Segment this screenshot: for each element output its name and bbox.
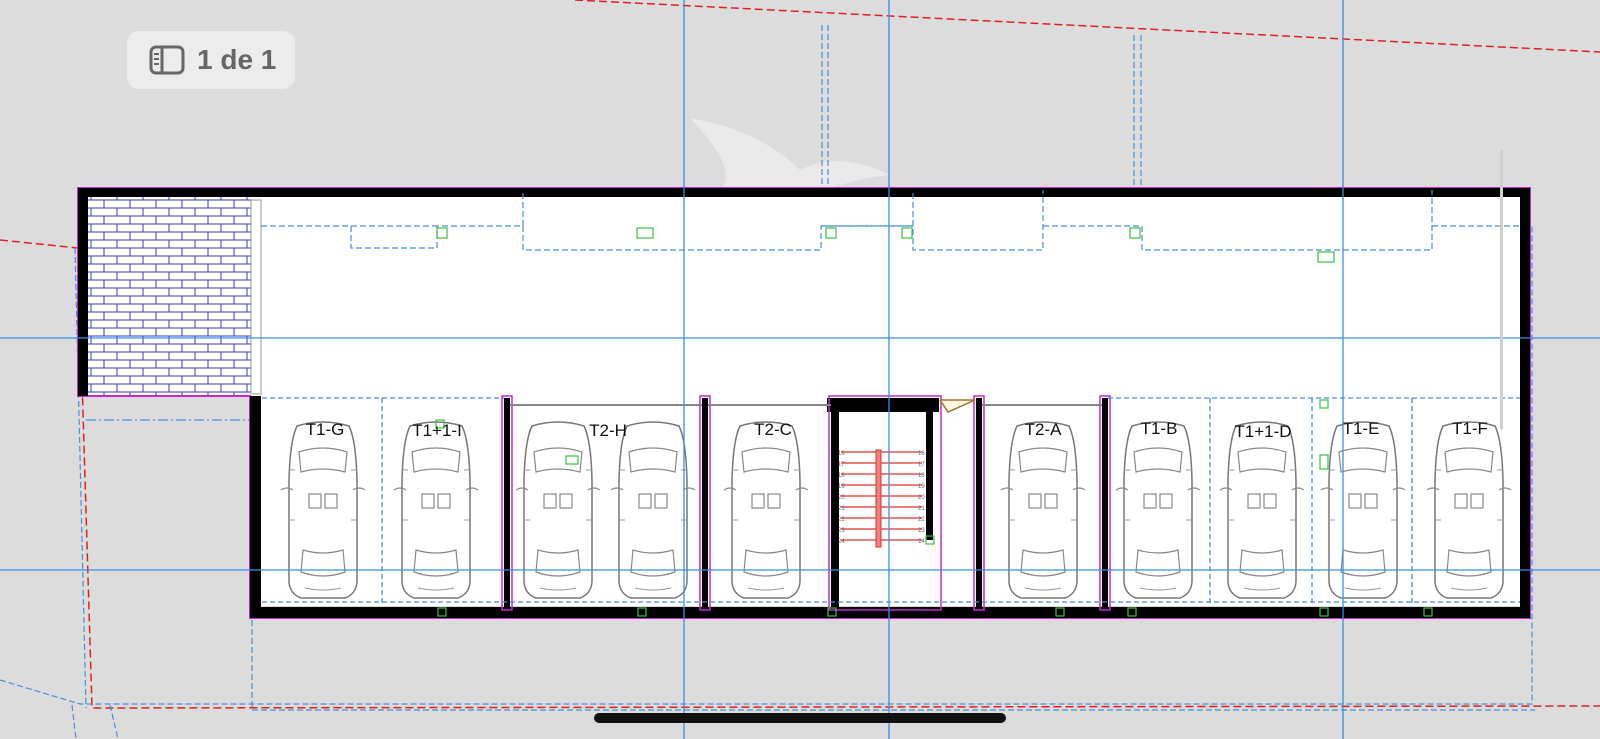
stair-step-number: 20	[918, 495, 925, 501]
stair-step-number: 18	[918, 473, 925, 479]
parking-label: T1-E	[1343, 419, 1380, 438]
parking-label: T1+1-I	[412, 421, 462, 440]
stair-step-number: 21	[918, 506, 925, 512]
stair-step-number: 22	[838, 517, 845, 523]
stair-step-number: 17	[918, 462, 925, 468]
page-indicator[interactable]: 1 de 1	[127, 31, 295, 89]
stair-step-number: 20	[838, 495, 845, 501]
stair-step-number: 17	[838, 462, 845, 468]
scroll-indicator[interactable]	[1500, 150, 1503, 430]
parking-label: T1-G	[306, 420, 345, 439]
parking-label: T2-A	[1025, 420, 1063, 439]
parking-label: T1-B	[1141, 419, 1178, 438]
stair-step-number: 24	[918, 539, 925, 545]
stair-step-number: 16	[918, 451, 925, 457]
page-indicator-text: 1 de 1	[197, 44, 277, 75]
stair-step-number: 23	[918, 528, 925, 534]
sidebar-icon[interactable]	[149, 45, 185, 75]
parking-label: T1+1-D	[1234, 422, 1291, 441]
stair-step-number: 19	[918, 484, 925, 490]
home-indicator[interactable]	[594, 713, 1006, 723]
parking-label: T1-F	[1452, 419, 1488, 438]
stair-step-number: 18	[838, 473, 845, 479]
document-viewer[interactable]: 16 16 17 17 18 18 19 19 20 20 21 21 22 22 23 23 24 24	[0, 0, 1600, 739]
stair-step-number: 19	[838, 484, 845, 490]
stair-step-number: 24	[838, 539, 845, 545]
parking-label: T2-C	[754, 420, 792, 439]
parking-label: T2-H	[589, 421, 627, 440]
stair-step-number: 16	[838, 451, 845, 457]
stair-step-number: 23	[838, 528, 845, 534]
stair-step-number: 22	[918, 517, 925, 523]
floor-plan-drawing: 16 16 17 17 18 18 19 19 20 20 21 21 22 22 23 23 24 24	[0, 0, 1600, 739]
stair-step-number: 21	[838, 506, 845, 512]
